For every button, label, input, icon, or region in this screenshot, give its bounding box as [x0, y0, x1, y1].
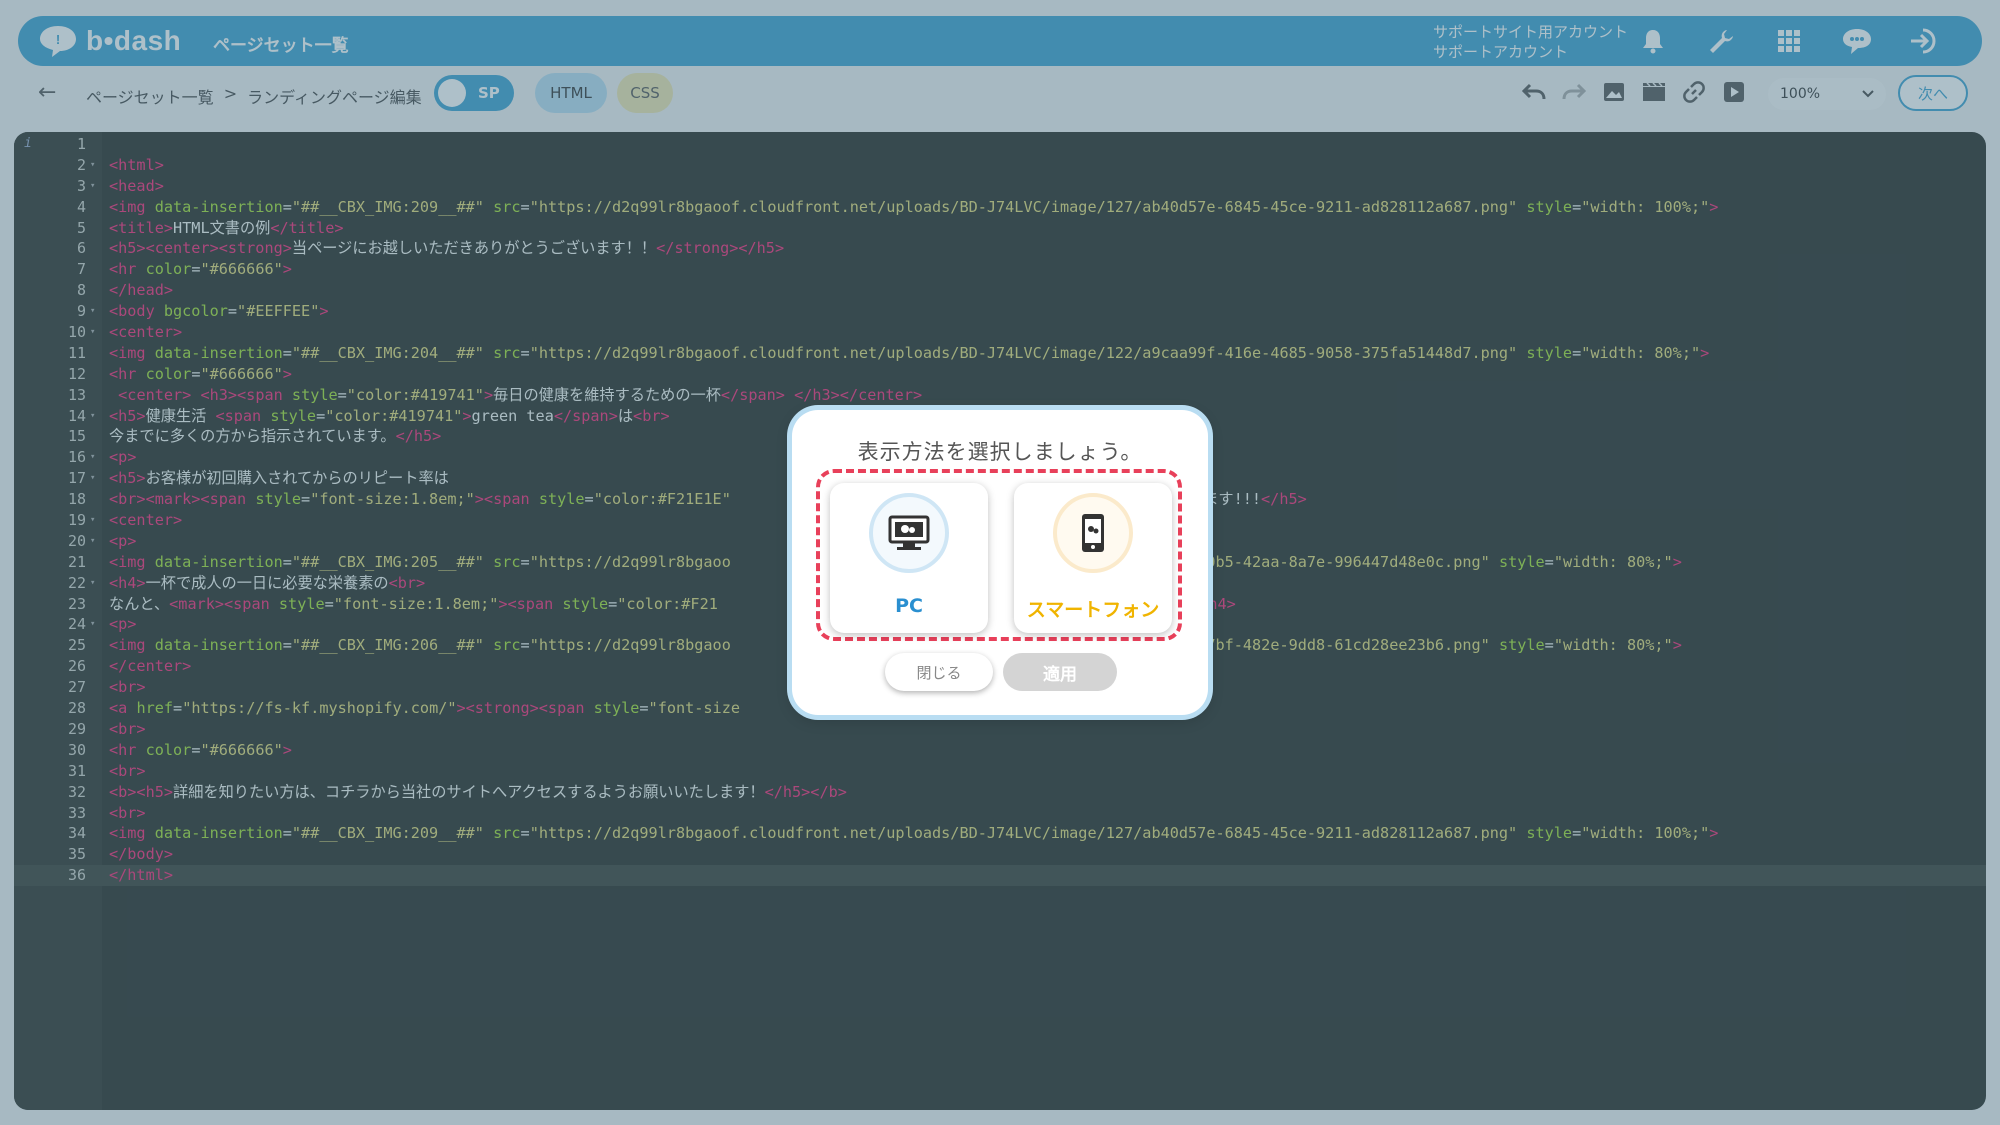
choice-highlight: PC スマートフォン [816, 469, 1182, 641]
option-pc[interactable]: PC [830, 483, 988, 633]
smartphone-icon-circle [1053, 493, 1133, 573]
option-pc-label: PC [895, 595, 923, 617]
apply-button[interactable]: 適用 [1003, 653, 1117, 691]
close-button[interactable]: 閉じる [885, 653, 993, 691]
display-mode-dialog: 表示方法を選択しましょう。 PC スマートフォン 閉じる 適用 [792, 410, 1208, 715]
option-smartphone-label: スマートフォン [1026, 599, 1160, 621]
monitor-icon [888, 515, 930, 550]
dialog-title: 表示方法を選択しましょう。 [857, 440, 1143, 464]
pc-icon-circle [869, 493, 949, 573]
option-smartphone[interactable]: スマートフォン [1014, 483, 1172, 633]
smartphone-icon [1082, 514, 1104, 552]
